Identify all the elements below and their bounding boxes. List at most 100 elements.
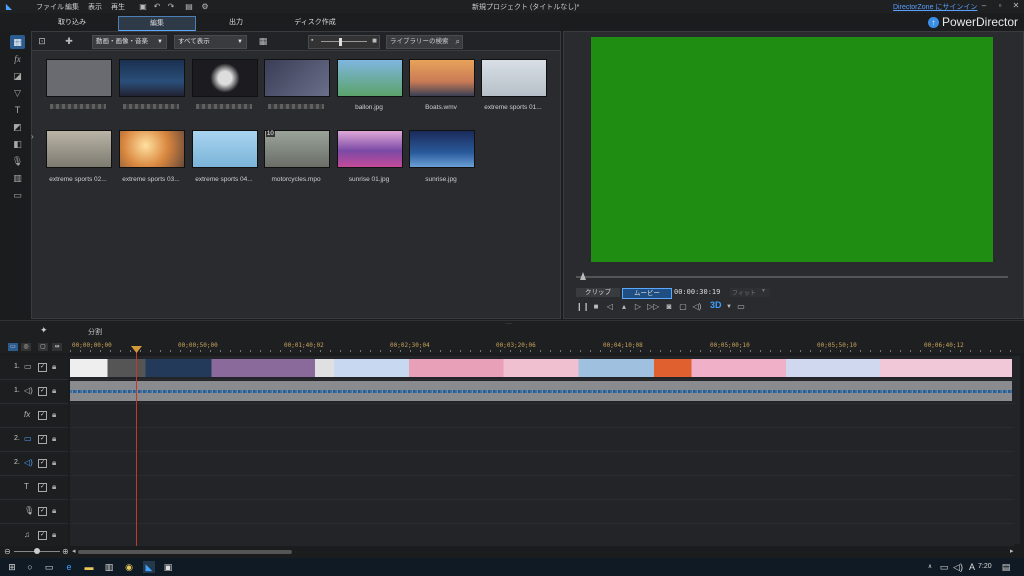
prev-frame-icon[interactable]: ◁: [605, 302, 615, 312]
track-enable-checkbox[interactable]: ✓: [38, 459, 47, 468]
app-taskbar-icon[interactable]: ▣: [162, 561, 174, 573]
track-music[interactable]: [70, 524, 1014, 548]
fullscreen-icon[interactable]: ▢: [678, 302, 688, 312]
library-item-thumb[interactable]: [119, 130, 185, 168]
edge-browser-icon[interactable]: e: [63, 561, 75, 573]
thumbnail-size-slider[interactable]: ▪ ■: [308, 35, 380, 49]
layout-icon[interactable]: ▤: [182, 2, 196, 11]
preview-scrub-bar[interactable]: [576, 276, 1008, 278]
chapter-room-icon[interactable]: ▥: [10, 171, 25, 185]
track-enable-checkbox[interactable]: ✓: [38, 363, 47, 372]
library-item-thumb[interactable]: [409, 59, 475, 97]
lock-icon[interactable]: 🔒︎: [52, 458, 56, 468]
fast-forward-icon[interactable]: ▷▷: [647, 302, 659, 312]
import-media-icon[interactable]: ⊡: [35, 35, 49, 47]
library-item-thumb[interactable]: 10: [264, 130, 330, 168]
zoom-timeline-icon[interactable]: ⇹: [52, 343, 62, 351]
track-fx[interactable]: [70, 404, 1014, 428]
library-item-thumb[interactable]: [409, 130, 475, 168]
title-room-icon[interactable]: T: [10, 103, 25, 117]
tab-edit[interactable]: 編集: [118, 16, 196, 32]
notification-icon[interactable]: ▤: [1000, 561, 1012, 573]
plugin-icon[interactable]: ✚: [62, 35, 76, 47]
media-type-dropdown[interactable]: 動画・画像・音楽 ▼: [92, 35, 167, 49]
task-view-icon[interactable]: ▭: [43, 561, 55, 573]
timecode-display[interactable]: 00:00:30:19: [674, 288, 720, 296]
minimize-icon[interactable]: –: [978, 1, 990, 10]
taskbar-clock[interactable]: 7:20: [978, 563, 992, 570]
effects-room-icon[interactable]: fx: [10, 52, 25, 66]
menu-view[interactable]: 表示: [88, 2, 102, 12]
next-frame-icon[interactable]: ▷: [633, 302, 643, 312]
storyboard-view-icon[interactable]: ◎: [21, 343, 31, 351]
volume-icon[interactable]: ◁): [692, 302, 702, 312]
track-title[interactable]: [70, 476, 1014, 500]
external-display-icon[interactable]: ▭: [736, 302, 746, 312]
lock-icon[interactable]: 🔒︎: [52, 506, 56, 516]
timeline-view-icon[interactable]: ▭: [8, 343, 18, 351]
chevron-down-icon[interactable]: ▼: [724, 302, 734, 312]
track-video-1[interactable]: [70, 356, 1014, 380]
transition-room-icon[interactable]: ◩: [10, 120, 25, 134]
track-enable-checkbox[interactable]: ✓: [38, 483, 47, 492]
library-item-thumb[interactable]: [46, 59, 112, 97]
save-icon[interactable]: ▣: [138, 2, 148, 11]
windows-start-icon[interactable]: ⊞: [6, 561, 18, 573]
store-icon[interactable]: ▥: [103, 561, 115, 573]
snapshot-icon[interactable]: ◙: [664, 302, 674, 312]
panel-resize-handle[interactable]: ....: [505, 319, 513, 326]
track-enable-checkbox[interactable]: ✓: [38, 507, 47, 516]
file-explorer-icon[interactable]: ▬: [83, 561, 95, 573]
library-item-thumb[interactable]: [192, 59, 258, 97]
audio-mix-room-icon[interactable]: ◧: [10, 137, 25, 151]
particle-room-icon[interactable]: ▽: [10, 86, 25, 100]
tab-disc[interactable]: ディスク作成: [282, 16, 348, 29]
track-audio-1[interactable]: [70, 380, 1014, 404]
pause-icon[interactable]: ❙❙: [576, 302, 589, 312]
pip-room-icon[interactable]: ◪: [10, 69, 25, 83]
search-icon[interactable]: ○: [24, 561, 36, 573]
slider-handle[interactable]: [339, 38, 342, 46]
library-item-thumb[interactable]: [264, 59, 330, 97]
zoom-in-icon[interactable]: ⊕: [62, 547, 69, 556]
split-button[interactable]: 分割: [88, 327, 102, 337]
directorzone-signin-link[interactable]: DirectorZone にサインイン: [893, 2, 977, 12]
lock-icon[interactable]: 🔒︎: [52, 362, 56, 372]
grid-view-icon[interactable]: ▦: [256, 35, 270, 47]
lock-icon[interactable]: 🔒︎: [52, 482, 56, 492]
library-item-thumb[interactable]: [119, 59, 185, 97]
maximize-icon[interactable]: ▫: [994, 1, 1006, 10]
timeline-vertical-scrollbar[interactable]: [1014, 356, 1020, 544]
menu-play[interactable]: 再生: [111, 2, 125, 12]
3d-toggle-button[interactable]: 3D: [710, 300, 722, 310]
powerdirector-taskbar-icon[interactable]: ◣: [143, 561, 155, 573]
redo-icon[interactable]: ↷: [166, 2, 176, 11]
view-filter-dropdown[interactable]: すべて表示 ▼: [174, 35, 247, 49]
scroll-right-icon[interactable]: ▸: [1010, 547, 1014, 555]
lock-icon[interactable]: 🔒︎: [52, 386, 56, 396]
stop-icon[interactable]: ■: [591, 302, 601, 312]
track-enable-checkbox[interactable]: ✓: [38, 531, 47, 540]
speaker-icon[interactable]: ◁): [952, 561, 964, 573]
chrome-icon[interactable]: ◉: [123, 561, 135, 573]
tab-output[interactable]: 出力: [210, 16, 262, 29]
timeline-ruler[interactable]: ▭ ◎ ▢ ⇹ 00;00;00;00 00;00;50;00 00;01;40…: [0, 341, 1024, 353]
track-video-2[interactable]: [70, 428, 1014, 452]
menu-file[interactable]: ファイル: [36, 2, 64, 12]
close-icon[interactable]: ✕: [1010, 1, 1022, 10]
video-clip[interactable]: [70, 359, 1012, 377]
scroll-left-icon[interactable]: ◂: [72, 547, 76, 555]
movie-mode-button[interactable]: ムービー: [622, 288, 672, 299]
library-search-input[interactable]: ライブラリーの検索 ⌕: [386, 35, 463, 49]
ime-icon[interactable]: A: [966, 561, 978, 573]
audio-clip[interactable]: [70, 381, 1012, 401]
timeline-horizontal-scrollbar[interactable]: [78, 550, 292, 554]
voiceover-room-icon[interactable]: 🎙: [10, 154, 25, 168]
menu-edit[interactable]: 編集: [65, 2, 79, 12]
fit-timeline-icon[interactable]: ▢: [38, 343, 48, 351]
library-item-thumb[interactable]: [337, 130, 403, 168]
mark-icon[interactable]: ▴: [619, 302, 629, 312]
clip-mode-button[interactable]: クリップ: [576, 288, 620, 297]
search-icon[interactable]: ⌕: [456, 36, 460, 48]
expand-panel-icon[interactable]: ›: [31, 132, 37, 146]
